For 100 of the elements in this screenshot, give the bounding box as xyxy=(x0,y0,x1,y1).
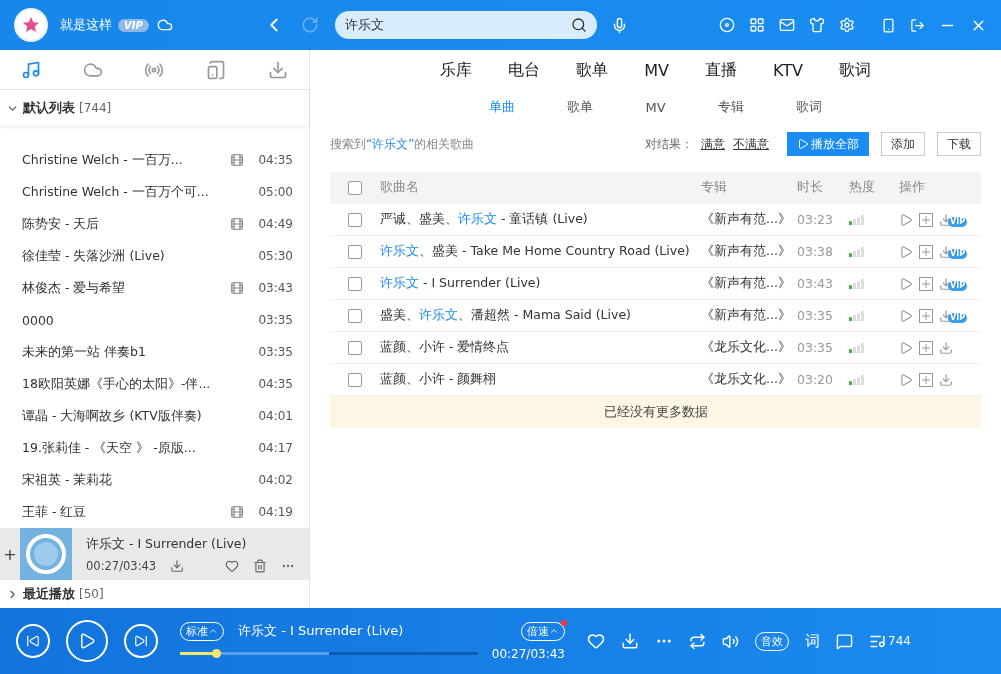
select-all-checkbox[interactable] xyxy=(348,180,362,195)
next-button[interactable] xyxy=(124,624,158,658)
username[interactable]: 就是这样 xyxy=(60,16,112,34)
duration-cell-text: 03:43 xyxy=(797,276,835,291)
play-icon[interactable] xyxy=(899,372,913,387)
row-checkbox[interactable] xyxy=(348,340,362,355)
satisfied-link[interactable]: 满意 xyxy=(701,135,725,153)
play-icon xyxy=(797,138,809,150)
previous-button[interactable] xyxy=(16,624,50,658)
add-button[interactable]: + xyxy=(0,544,20,564)
play-icon[interactable] xyxy=(899,308,913,323)
download-tab-icon[interactable] xyxy=(268,59,289,80)
playlist-title[interactable]: 默认列表 xyxy=(23,99,75,117)
album-cell[interactable]: 《龙乐文化...》 xyxy=(701,339,797,356)
search-field[interactable]: 许乐文 xyxy=(335,11,598,39)
row-checkbox[interactable] xyxy=(348,308,362,323)
grid-icon[interactable] xyxy=(749,17,765,33)
mail-icon[interactable] xyxy=(779,17,795,33)
download-icon[interactable] xyxy=(939,340,953,355)
progress-bar[interactable] xyxy=(180,652,478,655)
film-icon[interactable] xyxy=(230,505,245,519)
song-duration: 03:43 xyxy=(258,281,293,295)
sub-tab[interactable]: 歌词 xyxy=(795,98,822,116)
play-icon[interactable] xyxy=(899,212,913,227)
song-title[interactable]: 陈势安 - 天后 xyxy=(22,215,231,233)
song-duration: 04:35 xyxy=(258,153,293,167)
nav-tab[interactable]: 乐库 xyxy=(440,59,473,81)
phone-icon[interactable] xyxy=(881,17,896,33)
album-cell[interactable]: 《新声有范...》 xyxy=(701,211,797,228)
download-icon[interactable] xyxy=(621,632,639,650)
nav-tab[interactable]: MV xyxy=(644,60,669,80)
unsatisfied-link[interactable]: 不满意 xyxy=(733,135,769,153)
user-avatar[interactable] xyxy=(14,8,48,42)
trash-icon[interactable] xyxy=(253,558,267,573)
nav-tab[interactable]: 直播 xyxy=(704,59,737,81)
row-checkbox[interactable] xyxy=(348,244,362,259)
sub-tab[interactable]: MV xyxy=(645,99,666,115)
song-title[interactable]: 王菲 - 红豆 xyxy=(22,503,231,521)
song-title[interactable]: 18欧阳英娜《手心的太阳》-伴... xyxy=(22,375,245,393)
film-icon[interactable] xyxy=(230,281,245,295)
play-icon[interactable] xyxy=(899,276,913,291)
playlist-title[interactable]: 最近播放 xyxy=(23,585,75,603)
cloud-icon[interactable] xyxy=(156,17,173,33)
result-summary: 搜索到“许乐文”的相关歌曲 xyxy=(330,135,475,153)
nav-tab[interactable]: 电台 xyxy=(508,59,541,81)
song-title[interactable]: 0000 xyxy=(22,312,245,328)
song-title[interactable]: 谭晶 - 大海啊故乡 (KTV版伴奏) xyxy=(22,407,245,425)
device-tab-icon[interactable] xyxy=(206,59,227,80)
nav-tab[interactable]: KTV xyxy=(772,60,803,80)
nav-tab[interactable]: 歌词 xyxy=(838,59,871,81)
search-icon[interactable] xyxy=(571,17,588,33)
comment-icon[interactable] xyxy=(836,632,853,650)
row-checkbox[interactable] xyxy=(348,276,362,291)
play-icon[interactable] xyxy=(899,244,913,259)
play-button[interactable] xyxy=(66,620,108,662)
film-icon[interactable] xyxy=(230,153,245,167)
add-icon[interactable] xyxy=(919,340,933,355)
download-icon[interactable] xyxy=(939,372,953,387)
sub-tab[interactable]: 歌单 xyxy=(567,98,594,116)
heart-icon[interactable] xyxy=(225,558,239,573)
heart-icon[interactable] xyxy=(587,632,605,650)
add-icon[interactable] xyxy=(919,276,933,291)
popularity-meter xyxy=(849,278,864,289)
sub-tab[interactable]: 专辑 xyxy=(717,98,744,116)
song-title[interactable]: 林俊杰 - 爱与希望 xyxy=(22,279,231,297)
film-icon[interactable] xyxy=(230,217,245,231)
vip-badge: VIP xyxy=(118,18,149,32)
add-icon[interactable] xyxy=(919,308,933,323)
music-note-tab-icon[interactable] xyxy=(20,59,41,80)
mini-mode-icon[interactable] xyxy=(910,17,925,33)
song-duration: 04:17 xyxy=(258,441,293,455)
song-title[interactable]: 徐佳莹 - 失落沙洲 (Live) xyxy=(22,247,245,265)
disc-icon[interactable] xyxy=(719,17,735,33)
lyrics-button[interactable]: 词 xyxy=(805,631,820,651)
album-cell[interactable]: 《新声有范...》 xyxy=(701,243,797,260)
song-title[interactable]: 19.张莉佳 - 《天空 》 -原版... xyxy=(22,439,245,457)
album-cell[interactable]: 《新声有范...》 xyxy=(701,307,797,324)
add-icon[interactable] xyxy=(919,212,933,227)
album-cell[interactable]: 《新声有范...》 xyxy=(701,275,797,292)
add-button[interactable]: 添加 xyxy=(881,132,925,156)
download-icon[interactable] xyxy=(170,558,185,573)
settings-icon[interactable] xyxy=(839,17,855,33)
row-checkbox[interactable] xyxy=(348,372,362,387)
row-checkbox[interactable] xyxy=(348,212,362,227)
song-title[interactable]: 未来的第一站 伴奏b1 xyxy=(22,343,245,361)
download-button[interactable]: 下载 xyxy=(937,132,981,156)
nav-tab[interactable]: 歌单 xyxy=(576,59,609,81)
add-icon[interactable] xyxy=(919,244,933,259)
add-icon[interactable] xyxy=(919,372,933,387)
shirt-icon[interactable] xyxy=(809,17,825,33)
caret-icon xyxy=(208,626,218,636)
repeat-icon[interactable] xyxy=(689,632,706,650)
song-title[interactable]: 宋祖英 - 茉莉花 xyxy=(22,471,245,489)
album-cell[interactable]: 《龙乐文化...》 xyxy=(701,371,797,388)
song-title: 蓝颜、小许 - 颜舞栩 xyxy=(380,371,498,388)
song-title[interactable]: Christine Welch - 一百万... xyxy=(22,151,231,169)
sub-tab[interactable]: 单曲 xyxy=(489,98,516,116)
play-icon[interactable] xyxy=(899,340,913,355)
volume-icon[interactable] xyxy=(722,632,739,650)
song-title[interactable]: Christine Welch - 一百万个可... xyxy=(22,183,245,201)
